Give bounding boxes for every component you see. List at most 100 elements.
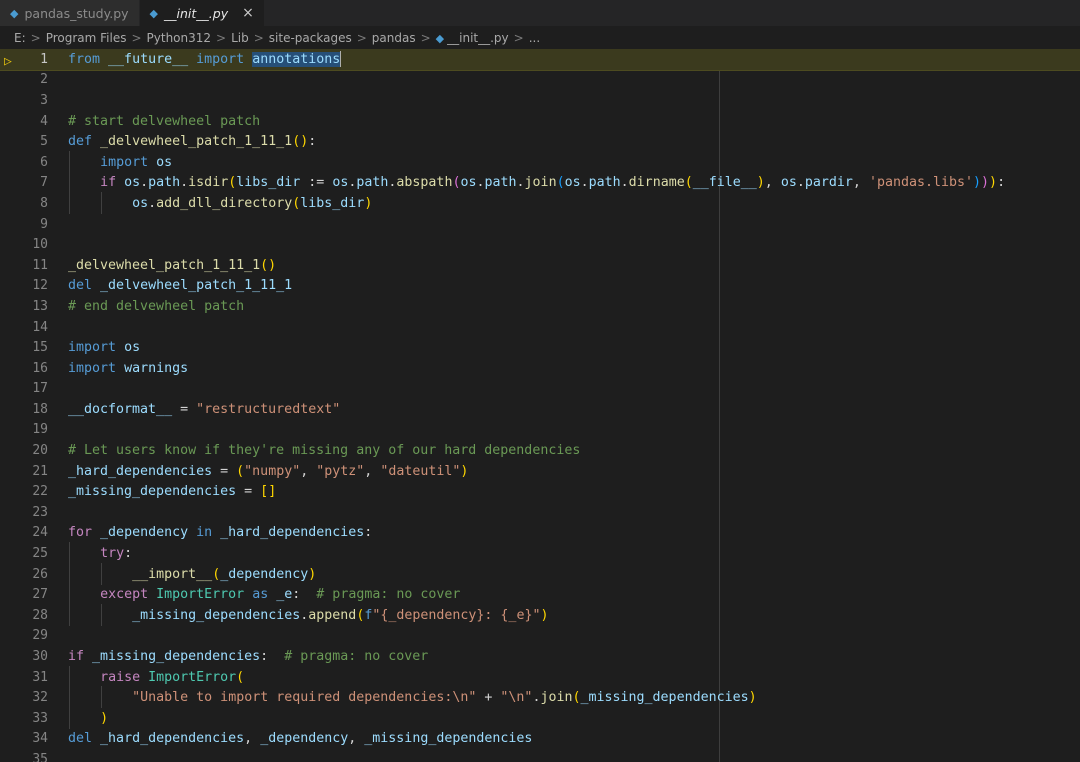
line-number[interactable]: 2 xyxy=(0,72,58,87)
code-text: def _delvewheel_patch_1_11_1(): xyxy=(68,134,317,150)
line-number[interactable]: 26 xyxy=(0,567,58,582)
code-line[interactable]: 27 except ImportError as _e: # pragma: n… xyxy=(0,583,1080,606)
breadcrumb-separator: > xyxy=(30,31,41,45)
breadcrumb-separator: > xyxy=(420,31,431,45)
line-number[interactable]: 9 xyxy=(0,217,58,232)
line-number[interactable]: 28 xyxy=(0,608,58,623)
breadcrumb-item[interactable]: pandas xyxy=(372,31,416,45)
code-line[interactable]: 14 xyxy=(0,317,1080,338)
code-line[interactable]: 4 # start delvewheel patch xyxy=(0,111,1080,132)
line-number[interactable]: 35 xyxy=(0,752,58,762)
line-number[interactable]: 18 xyxy=(0,402,58,417)
code-line[interactable]: 10 xyxy=(0,234,1080,255)
line-number[interactable]: 27 xyxy=(0,587,58,602)
code-line[interactable]: 1 ▷ from __future__ import annotations xyxy=(0,49,1080,71)
line-number[interactable]: 13 xyxy=(0,299,58,314)
code-line[interactable]: 5 def _delvewheel_patch_1_11_1(): xyxy=(0,131,1080,152)
code-line[interactable]: 22 _missing_dependencies = [] xyxy=(0,481,1080,502)
code-line[interactable]: 34 del _hard_dependencies, _dependency, _… xyxy=(0,729,1080,750)
code-line[interactable]: 30 if _missing_dependencies: # pragma: no… xyxy=(0,646,1080,667)
line-number[interactable]: 10 xyxy=(0,237,58,252)
line-number[interactable]: 7 xyxy=(0,175,58,190)
line-number[interactable]: 30 xyxy=(0,649,58,664)
tab-init-py[interactable]: ◆ __init__.py × xyxy=(139,0,265,26)
line-number[interactable]: 20 xyxy=(0,443,58,458)
code-line[interactable]: 35 xyxy=(0,749,1080,762)
code-line[interactable]: 29 xyxy=(0,626,1080,647)
line-number[interactable]: 34 xyxy=(0,731,58,746)
code-line[interactable]: 21 _hard_dependencies = ("numpy", "pytz",… xyxy=(0,461,1080,482)
python-file-icon: ◆ xyxy=(10,6,19,20)
breadcrumb-item[interactable]: Program Files xyxy=(46,31,127,45)
code-line[interactable]: 24 for _dependency in _hard_dependencies: xyxy=(0,523,1080,544)
code-line[interactable]: 26 __import__(_dependency) xyxy=(0,562,1080,585)
line-number[interactable]: 29 xyxy=(0,628,58,643)
code-line[interactable]: 13 # end delvewheel patch xyxy=(0,296,1080,317)
code-line[interactable]: 25 try: xyxy=(0,542,1080,565)
line-number[interactable]: 6 xyxy=(0,155,58,170)
code-line[interactable]: 19 xyxy=(0,420,1080,441)
code-line[interactable]: 7 if os.path.isdir(libs_dir := os.path.a… xyxy=(0,171,1080,194)
code-editor[interactable]: 1 ▷ from __future__ import annotations 2 3 4 #… xyxy=(0,49,1080,762)
code-text: # start delvewheel patch xyxy=(68,113,261,129)
line-number[interactable]: 19 xyxy=(0,422,58,437)
code-line[interactable]: 6 import os xyxy=(0,150,1080,173)
code-line[interactable]: 12 del _delvewheel_patch_1_11_1 xyxy=(0,276,1080,297)
code-line[interactable]: 17 xyxy=(0,379,1080,400)
line-number[interactable]: 12 xyxy=(0,278,58,293)
line-number[interactable]: 16 xyxy=(0,361,58,376)
tab-pandas-study[interactable]: ◆ pandas_study.py xyxy=(0,0,140,26)
code-line[interactable]: 15 import os xyxy=(0,337,1080,358)
indent-guide xyxy=(69,583,70,606)
breadcrumb-item[interactable]: Python312 xyxy=(147,31,212,45)
code-text: if _missing_dependencies: # pragma: no c… xyxy=(68,649,429,665)
line-number[interactable]: 3 xyxy=(0,93,58,108)
line-number[interactable]: 21 xyxy=(0,464,58,479)
code-line[interactable]: 3 xyxy=(0,90,1080,111)
indent-guide xyxy=(69,150,70,173)
code-line[interactable]: 33 ) xyxy=(0,706,1080,729)
line-number[interactable]: 23 xyxy=(0,505,58,520)
line-number[interactable]: 8 xyxy=(0,196,58,211)
line-number[interactable]: 4 xyxy=(0,114,58,129)
line-number[interactable]: 11 xyxy=(0,258,58,273)
indent-guide xyxy=(101,686,102,709)
code-line[interactable]: 2 xyxy=(0,70,1080,91)
line-number[interactable]: 15 xyxy=(0,340,58,355)
code-line[interactable]: 23 xyxy=(0,502,1080,523)
code-line[interactable]: 32 "Unable to import required dependenci… xyxy=(0,686,1080,709)
debug-breakpoint-icon[interactable]: ▷ xyxy=(4,54,12,69)
line-number[interactable]: 24 xyxy=(0,525,58,540)
code-text: os.add_dll_directory(libs_dir) xyxy=(68,191,372,214)
code-text: import warnings xyxy=(68,360,189,376)
code-line[interactable]: 20 # Let users know if they're missing an… xyxy=(0,440,1080,461)
line-number[interactable]: 1 ▷ xyxy=(0,52,58,69)
code-text: import os xyxy=(68,340,141,356)
indent-guide xyxy=(101,562,102,585)
close-icon[interactable]: × xyxy=(242,5,254,21)
line-number[interactable]: 33 xyxy=(0,711,58,726)
code-line[interactable]: 16 import warnings xyxy=(0,358,1080,379)
code-line[interactable]: 9 xyxy=(0,214,1080,235)
line-number[interactable]: 5 xyxy=(0,134,58,149)
line-number[interactable]: 17 xyxy=(0,381,58,396)
indent-guide xyxy=(69,603,70,626)
line-number[interactable]: 14 xyxy=(0,320,58,335)
line-number[interactable]: 22 xyxy=(0,484,58,499)
line-number[interactable]: 32 xyxy=(0,690,58,705)
code-text: _missing_dependencies.append(f"{_depende… xyxy=(68,603,548,626)
code-line[interactable]: 11 _delvewheel_patch_1_11_1() xyxy=(0,255,1080,276)
breadcrumb: E: > Program Files > Python312 > Lib > s… xyxy=(0,27,1080,49)
breadcrumb-item[interactable]: E: xyxy=(14,31,26,45)
line-number[interactable]: 31 xyxy=(0,670,58,685)
code-line[interactable]: 8 os.add_dll_directory(libs_dir) xyxy=(0,191,1080,214)
breadcrumb-item[interactable]: site-packages xyxy=(269,31,352,45)
code-line[interactable]: 18 __docformat__ = "restructuredtext" xyxy=(0,399,1080,420)
code-text: ) xyxy=(68,706,108,729)
breadcrumb-item[interactable]: ... xyxy=(529,31,540,45)
breadcrumb-item[interactable]: Lib xyxy=(231,31,249,45)
code-line[interactable]: 31 raise ImportError( xyxy=(0,665,1080,688)
breadcrumb-item[interactable]: __init__.py xyxy=(447,31,509,45)
code-line[interactable]: 28 _missing_dependencies.append(f"{_depe… xyxy=(0,603,1080,626)
line-number[interactable]: 25 xyxy=(0,546,58,561)
